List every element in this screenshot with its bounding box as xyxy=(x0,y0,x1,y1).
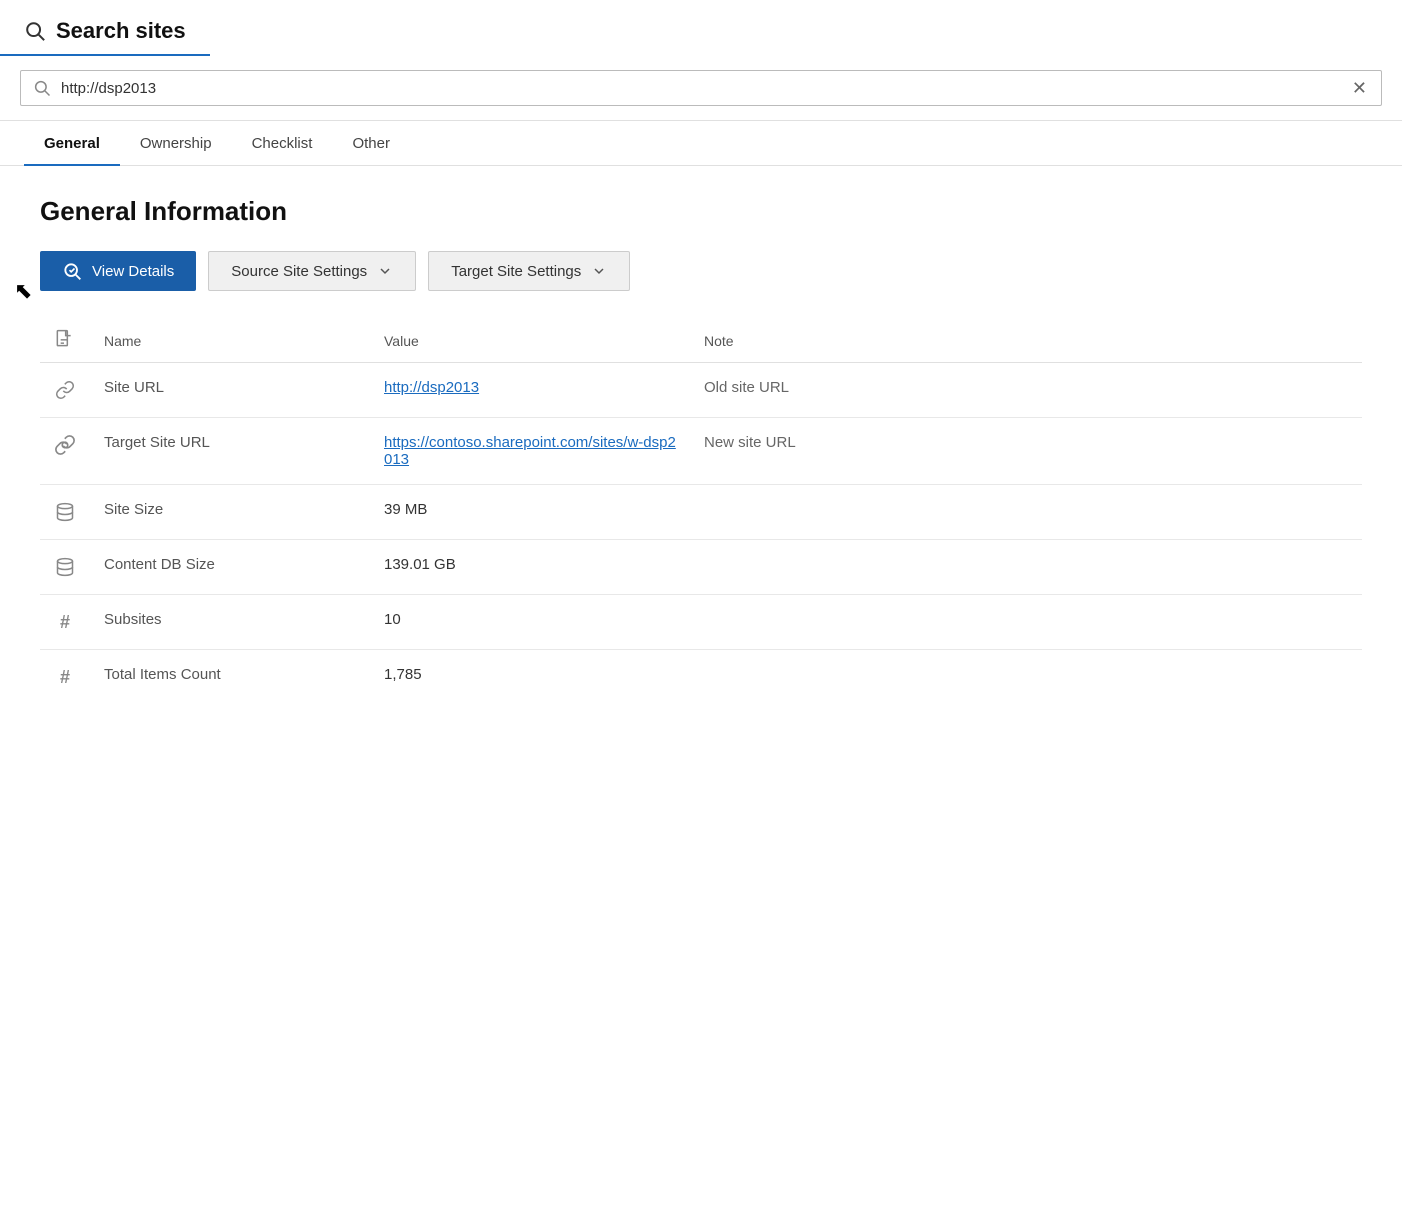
source-site-settings-label: Source Site Settings xyxy=(231,263,367,280)
tab-checklist[interactable]: Checklist xyxy=(232,121,333,166)
row-value-cell: 10 xyxy=(370,595,690,650)
row-value-cell[interactable]: https://contoso.sharepoint.com/sites/w-d… xyxy=(370,418,690,485)
row-name-cell: Content DB Size xyxy=(90,540,370,595)
row-value-cell: 1,785 xyxy=(370,650,690,705)
section-title: General Information xyxy=(40,196,1362,227)
database-icon xyxy=(55,502,75,522)
row-link-value[interactable]: https://contoso.sharepoint.com/sites/w-d… xyxy=(384,434,676,468)
view-details-button[interactable]: View Details xyxy=(40,251,196,291)
tab-other[interactable]: Other xyxy=(332,121,410,166)
row-value-cell[interactable]: http://dsp2013 xyxy=(370,363,690,418)
target-site-settings-button[interactable]: Target Site Settings xyxy=(428,251,630,291)
target-chevron-icon xyxy=(591,263,607,279)
target-site-settings-label: Target Site Settings xyxy=(451,263,581,280)
row-text-value: 1,785 xyxy=(384,666,422,683)
row-icon-cell xyxy=(40,540,90,595)
page-header: Search sites xyxy=(0,0,210,56)
hash-icon: # xyxy=(60,612,70,633)
row-text-value: 139.01 GB xyxy=(384,556,456,573)
row-value-cell: 139.01 GB xyxy=(370,540,690,595)
row-name-cell: Total Items Count xyxy=(90,650,370,705)
source-chevron-icon xyxy=(377,263,393,279)
table-row: Content DB Size 139.01 GB xyxy=(40,540,1362,595)
page-title: Search sites xyxy=(56,18,186,44)
row-icon-cell: # xyxy=(40,650,90,705)
col-header-name: Name xyxy=(90,319,370,363)
search-icon xyxy=(24,20,46,42)
row-text-value: 39 MB xyxy=(384,501,427,518)
hash-icon: # xyxy=(60,667,70,688)
view-details-label: View Details xyxy=(92,263,174,280)
target-link-icon xyxy=(54,434,76,456)
row-note-cell: Old site URL xyxy=(690,363,1362,418)
general-info-table: Name Value Note Site URL http://dsp2013 … xyxy=(40,319,1362,704)
tab-general[interactable]: General xyxy=(24,121,120,166)
search-bar-icon xyxy=(33,79,51,97)
table-row: # Total Items Count 1,785 xyxy=(40,650,1362,705)
view-details-icon xyxy=(62,261,82,281)
link-icon xyxy=(55,380,75,400)
search-input[interactable] xyxy=(61,80,1340,97)
table-row: # Subsites 10 xyxy=(40,595,1362,650)
row-note-cell: New site URL xyxy=(690,418,1362,485)
row-note-cell xyxy=(690,540,1362,595)
tabs-bar: General Ownership Checklist Other xyxy=(0,121,1402,166)
col-header-note: Note xyxy=(690,319,1362,363)
main-content: General Information View Details Source … xyxy=(0,166,1402,734)
row-icon-cell xyxy=(40,485,90,540)
row-note-cell xyxy=(690,485,1362,540)
table-row: Site Size 39 MB xyxy=(40,485,1362,540)
row-icon-cell xyxy=(40,418,90,485)
search-clear-button[interactable]: ✕ xyxy=(1350,79,1369,97)
document-icon xyxy=(54,329,74,349)
row-icon-cell xyxy=(40,363,90,418)
col-header-icon xyxy=(40,319,90,363)
col-header-value: Value xyxy=(370,319,690,363)
table-row: Target Site URL https://contoso.sharepoi… xyxy=(40,418,1362,485)
row-note-cell xyxy=(690,595,1362,650)
row-name-cell: Target Site URL xyxy=(90,418,370,485)
source-site-settings-button[interactable]: Source Site Settings xyxy=(208,251,416,291)
tab-ownership[interactable]: Ownership xyxy=(120,121,232,166)
row-name-cell: Site Size xyxy=(90,485,370,540)
table-row: Site URL http://dsp2013 Old site URL xyxy=(40,363,1362,418)
search-bar-container: ✕ xyxy=(0,56,1402,121)
row-text-value: 10 xyxy=(384,611,401,628)
row-name-cell: Site URL xyxy=(90,363,370,418)
search-bar: ✕ xyxy=(20,70,1382,106)
row-value-cell: 39 MB xyxy=(370,485,690,540)
action-buttons: View Details Source Site Settings Target… xyxy=(40,251,1362,291)
database-icon xyxy=(55,557,75,577)
row-note-cell xyxy=(690,650,1362,705)
row-icon-cell: # xyxy=(40,595,90,650)
row-name-cell: Subsites xyxy=(90,595,370,650)
row-link-value[interactable]: http://dsp2013 xyxy=(384,379,479,396)
